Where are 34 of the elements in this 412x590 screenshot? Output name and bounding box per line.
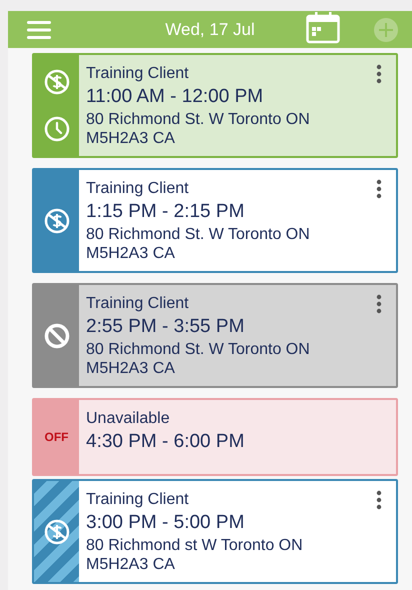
- crossed-dollar-icon: [44, 69, 70, 95]
- crossed-dollar-icon: [44, 518, 70, 544]
- client-name: Training Client: [86, 179, 190, 199]
- more-options-icon[interactable]: [376, 64, 382, 84]
- appointment-card[interactable]: OFF Unavailable 4:30 PM - 6:00 PM: [32, 398, 398, 476]
- date-title: Wed, 17 Jul: [165, 20, 255, 40]
- address-line: M5H2A3 CA: [86, 244, 176, 263]
- appointment-card[interactable]: Training Client 11:00 AM - 12:00 PM 80 Richmond St. W Toronto ON M5H2A3 CA: [32, 53, 398, 158]
- address-line: 80 Richmond St. W Toronto ON: [86, 225, 310, 244]
- address-line: 80 Richmond St. W Toronto ON: [86, 340, 310, 359]
- more-options-icon[interactable]: [376, 294, 382, 314]
- address-line: M5H2A3 CA: [86, 359, 176, 378]
- time-range: 1:15 PM - 2:15 PM: [86, 200, 246, 224]
- crossed-dollar-icon: [44, 208, 70, 234]
- time-range: 11:00 AM - 12:00 PM: [86, 85, 264, 109]
- appointment-card[interactable]: Training Client 1:15 PM - 2:15 PM 80 Richmond St. W Toronto ON M5H2A3 CA: [32, 168, 398, 273]
- time-range: 4:30 PM - 6:00 PM: [86, 430, 244, 454]
- appointment-card[interactable]: Training Client 2:55 PM - 3:55 PM 80 Richmond St. W Toronto ON M5H2A3 CA: [32, 283, 398, 388]
- more-options-icon[interactable]: [376, 490, 382, 510]
- address-line: M5H2A3 CA: [86, 555, 176, 574]
- off-label: OFF: [44, 430, 68, 444]
- client-name: Training Client: [86, 294, 190, 314]
- client-name: Unavailable: [86, 409, 171, 429]
- time-range: 3:00 PM - 5:00 PM: [86, 511, 246, 535]
- clock-icon: [44, 116, 70, 142]
- prohibited-icon: [44, 322, 70, 348]
- client-name: Training Client: [86, 490, 190, 510]
- appointment-card[interactable]: Training Client 3:00 PM - 5:00 PM 80 Richmond st W Toronto ON M5H2A3 CA: [32, 479, 398, 584]
- address-line: 80 Richmond St. W Toronto ON: [86, 110, 310, 129]
- client-name: Training Client: [86, 64, 190, 84]
- address-line: 80 Richmond st W Toronto ON: [86, 536, 303, 555]
- time-range: 2:55 PM - 3:55 PM: [86, 315, 246, 339]
- address-line: M5H2A3 CA: [86, 129, 176, 148]
- more-options-icon[interactable]: [376, 179, 382, 199]
